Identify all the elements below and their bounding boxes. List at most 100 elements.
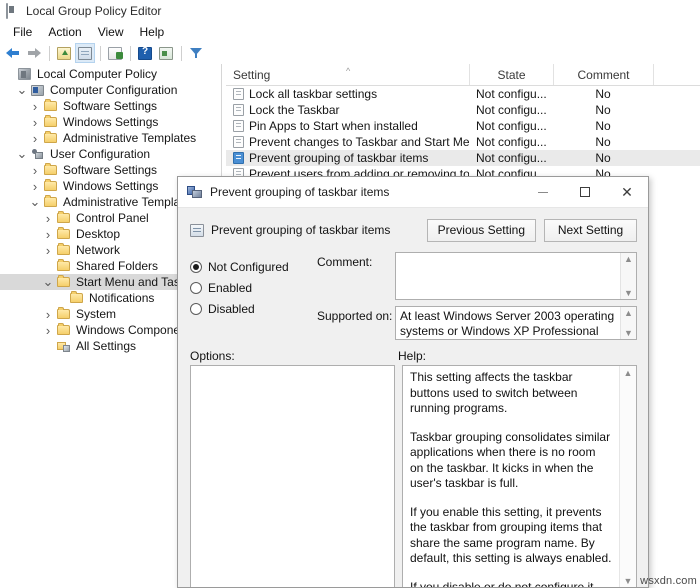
column-header-state[interactable]: State	[469, 64, 553, 85]
help-icon	[138, 47, 152, 60]
chevron-right-icon[interactable]: ›	[28, 132, 42, 145]
up-one-level-button[interactable]	[54, 43, 74, 63]
close-button[interactable]: ✕	[606, 178, 648, 207]
cell-comment: No	[553, 103, 653, 117]
chevron-right-icon[interactable]: ›	[28, 100, 42, 113]
column-header-comment[interactable]: Comment	[553, 64, 653, 85]
radio-disabled[interactable]: Disabled	[190, 298, 317, 319]
chevron-down-icon[interactable]: ⌄	[15, 151, 29, 157]
tree-item-label: System	[71, 307, 116, 321]
chevron-right-icon[interactable]: ›	[41, 228, 55, 241]
options-pane[interactable]	[190, 365, 395, 588]
chevron-down-icon[interactable]: ⌄	[15, 87, 29, 93]
folder-icon	[55, 309, 71, 319]
comment-field[interactable]: ▲ ▼	[395, 252, 637, 300]
chevron-right-icon[interactable]: ›	[41, 308, 55, 321]
column-header-setting[interactable]: Setting ^	[226, 64, 469, 85]
cell-state: Not configu...	[469, 87, 553, 101]
chevron-down-icon[interactable]: ⌄	[41, 279, 55, 285]
export-list-icon	[108, 47, 122, 60]
tree-item-label: Administrative Templates	[58, 195, 196, 209]
help-scrollbar[interactable]: ▲ ▼	[619, 366, 636, 588]
export-list-button[interactable]	[105, 43, 125, 63]
comment-label: Comment:	[317, 252, 395, 300]
cell-setting-label: Lock the Taskbar	[249, 103, 340, 117]
supported-on-label: Supported on:	[317, 306, 395, 340]
forward-icon	[27, 48, 41, 59]
table-row[interactable]: Pin Apps to Start when installedNot conf…	[226, 118, 700, 134]
radio-not-configured[interactable]: Not Configured	[190, 256, 317, 277]
chevron-right-icon[interactable]: ›	[28, 116, 42, 129]
supported-on-field[interactable]: At least Windows Server 2003 operating s…	[395, 306, 637, 340]
scroll-up-icon[interactable]: ▲	[624, 307, 633, 319]
chevron-right-icon[interactable]: ›	[41, 212, 55, 225]
help-paragraph: This setting affects the taskbar buttons…	[410, 370, 612, 417]
chevron-right-icon[interactable]: ›	[28, 164, 42, 177]
table-row[interactable]: Lock the TaskbarNot configu...No	[226, 102, 700, 118]
supported-on-scrollbar[interactable]: ▲ ▼	[620, 307, 636, 339]
scroll-down-icon[interactable]: ▼	[624, 574, 633, 588]
help-paragraph: If you enable this setting, it prevents …	[410, 505, 612, 567]
tree-item-software-settings[interactable]: ›Software Settings	[0, 98, 221, 114]
window-title: Local Group Policy Editor	[26, 4, 161, 18]
cell-state: Not configu...	[469, 119, 553, 133]
cell-setting-label: Prevent changes to Taskbar and Start Men…	[249, 135, 469, 149]
maximize-button[interactable]	[564, 178, 606, 207]
folder-icon	[55, 229, 71, 239]
radio-enabled[interactable]: Enabled	[190, 277, 317, 298]
tree-item-local-computer-policy[interactable]: Local Computer Policy	[0, 66, 221, 82]
scroll-up-icon[interactable]: ▲	[624, 366, 633, 380]
comment-scrollbar[interactable]: ▲ ▼	[620, 253, 636, 299]
folder-icon	[42, 101, 58, 111]
chevron-down-icon[interactable]: ⌄	[28, 199, 42, 205]
radio-button-icon[interactable]	[190, 261, 202, 273]
folder-icon	[42, 165, 58, 175]
tree-item-label: Software Settings	[58, 163, 157, 177]
scroll-down-icon[interactable]: ▼	[624, 327, 633, 339]
minimize-icon	[538, 192, 548, 193]
policy-setting-icon	[187, 185, 203, 199]
tree-item-user-configuration[interactable]: ⌄User Configuration	[0, 146, 221, 162]
next-setting-button[interactable]: Next Setting	[544, 219, 637, 242]
dialog-titlebar: Prevent grouping of taskbar items ✕	[178, 177, 648, 208]
mmc-console-icon	[6, 4, 20, 18]
scroll-down-icon[interactable]: ▼	[624, 287, 633, 299]
chevron-right-icon[interactable]: ›	[28, 180, 42, 193]
tree-item-windows-settings[interactable]: ›Windows Settings	[0, 114, 221, 130]
scroll-up-icon[interactable]: ▲	[624, 253, 633, 265]
back-button[interactable]	[3, 43, 23, 63]
previous-setting-button[interactable]: Previous Setting	[427, 219, 536, 242]
minimize-button[interactable]	[522, 178, 564, 207]
table-row[interactable]: Lock all taskbar settingsNot configu...N…	[226, 86, 700, 102]
menu-file[interactable]: File	[5, 24, 40, 40]
table-row[interactable]: Prevent changes to Taskbar and Start Men…	[226, 134, 700, 150]
chevron-right-icon[interactable]: ›	[41, 244, 55, 257]
menu-help[interactable]: Help	[132, 24, 173, 40]
policy-setting-icon	[233, 120, 244, 132]
cell-setting: Pin Apps to Start when installed	[226, 119, 469, 133]
computer-icon	[29, 85, 45, 96]
filter-icon	[190, 47, 203, 59]
policy-setting-icon	[233, 136, 244, 148]
comment-value[interactable]	[396, 253, 620, 299]
policy-icon	[190, 224, 204, 237]
radio-button-icon[interactable]	[190, 282, 202, 294]
tree-item-administrative-templates[interactable]: ›Administrative Templates	[0, 130, 221, 146]
chevron-right-icon[interactable]: ›	[41, 324, 55, 337]
menu-action[interactable]: Action	[40, 24, 89, 40]
show-hide-action-pane-button[interactable]	[156, 43, 176, 63]
tree-item-label: Network	[71, 243, 120, 257]
help-pane: This setting affects the taskbar buttons…	[402, 365, 637, 588]
policy-setting-icon	[233, 152, 244, 164]
dialog-window-controls: ✕	[522, 177, 648, 207]
help-button[interactable]	[135, 43, 155, 63]
help-paragraph: If you disable or do not configure it, i…	[410, 580, 612, 588]
cell-comment: No	[553, 119, 653, 133]
forward-button[interactable]	[24, 43, 44, 63]
menu-view[interactable]: View	[90, 24, 132, 40]
radio-button-icon[interactable]	[190, 303, 202, 315]
table-row[interactable]: Prevent grouping of taskbar itemsNot con…	[226, 150, 700, 166]
tree-item-computer-configuration[interactable]: ⌄Computer Configuration	[0, 82, 221, 98]
filter-button[interactable]	[186, 43, 206, 63]
show-hide-console-tree-button[interactable]	[75, 43, 95, 63]
